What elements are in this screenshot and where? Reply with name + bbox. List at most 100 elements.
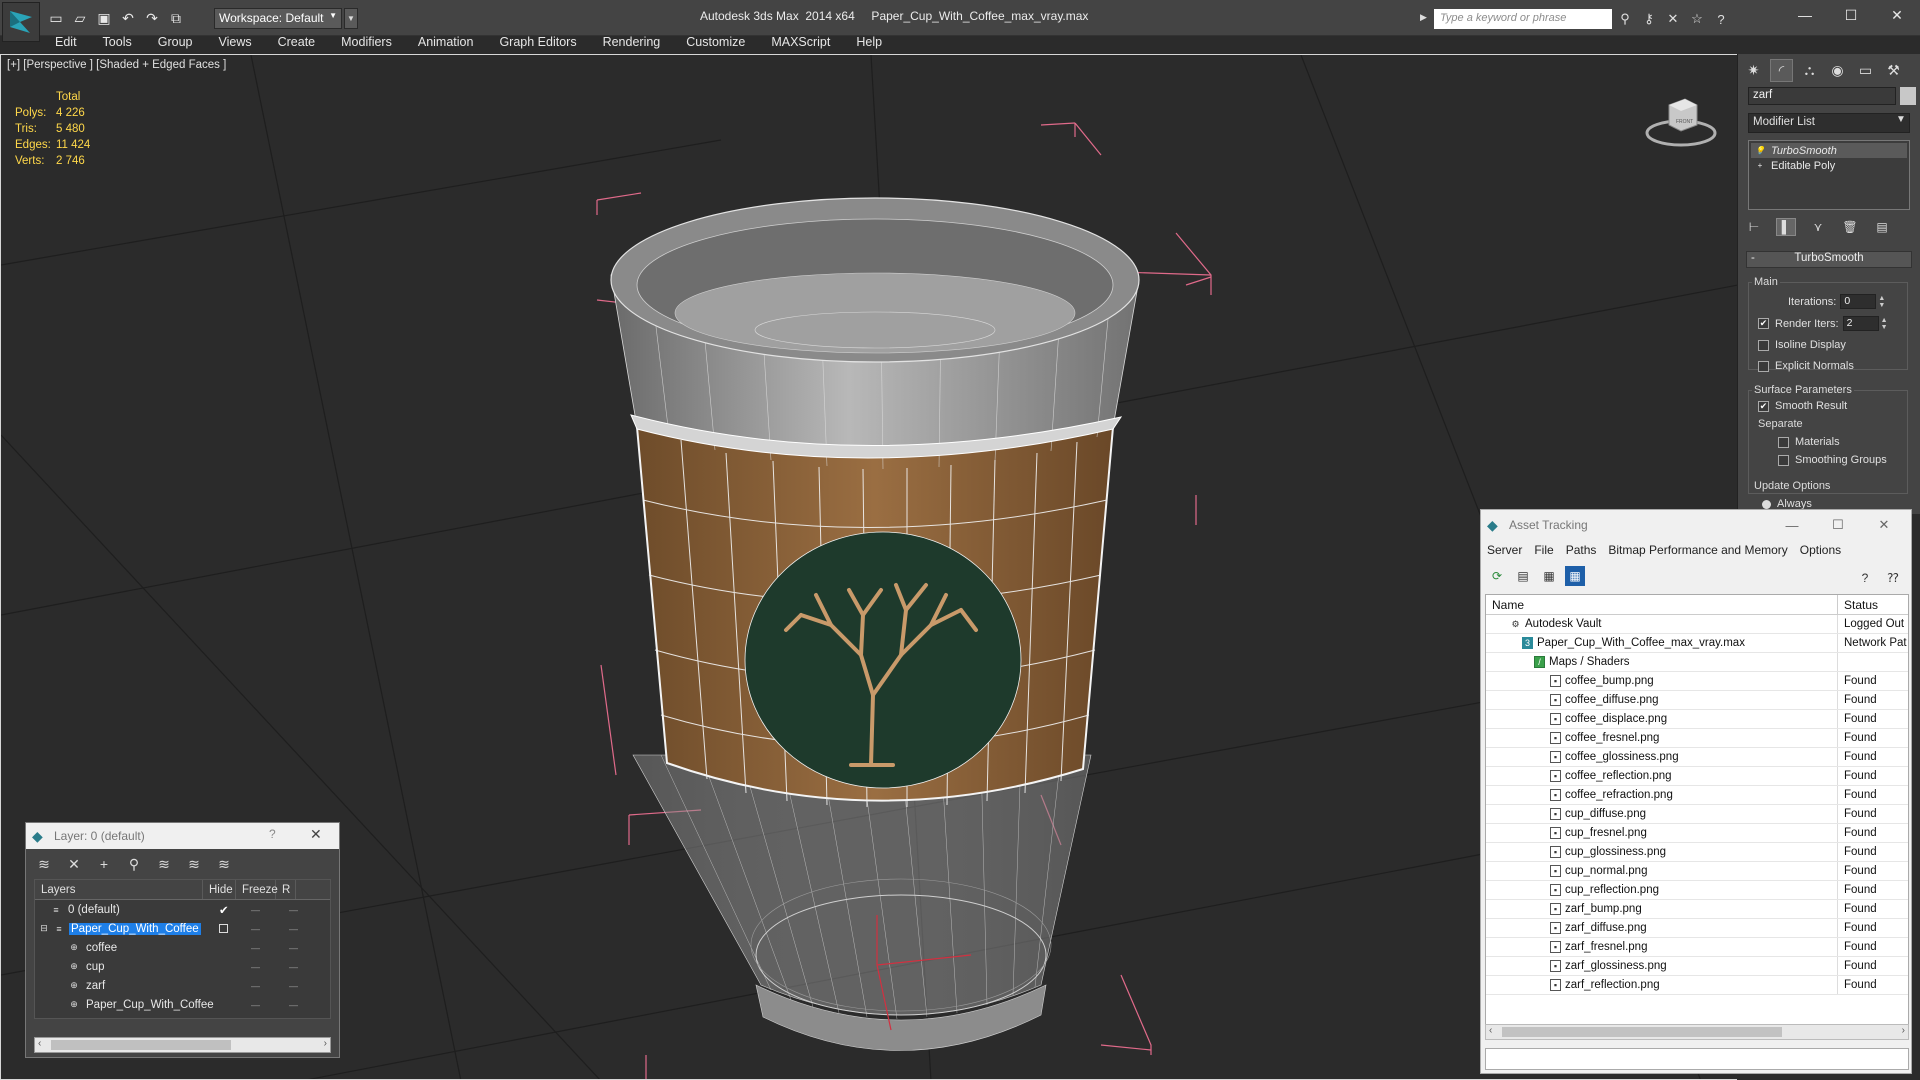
render-iters-row[interactable]: ✔ Render Iters: 2 ▲ ▼ xyxy=(1758,316,1888,331)
table-row[interactable]: ▪ coffee_glossiness.png Found xyxy=(1486,748,1908,767)
smoothing-groups-checkbox[interactable]: Smoothing Groups xyxy=(1778,454,1887,466)
scroll-left-icon[interactable]: ‹ xyxy=(38,1038,41,1049)
save-file-icon[interactable]: ▣ xyxy=(94,8,114,28)
hide-toggle[interactable]: — xyxy=(251,924,260,934)
render-iters-checkbox[interactable]: ✔ xyxy=(1758,318,1769,329)
menu-help[interactable]: Help xyxy=(843,33,895,53)
table-row[interactable]: ▪ zarf_glossiness.png Found xyxy=(1486,957,1908,976)
iterations-spinner[interactable]: Iterations: 0 ▲ ▼ xyxy=(1788,294,1885,309)
communication-icon[interactable]: ✕ xyxy=(1664,10,1682,28)
table-row[interactable]: ▪ zarf_diffuse.png Found xyxy=(1486,919,1908,938)
checkbox[interactable] xyxy=(1778,436,1789,448)
scroll-right-icon[interactable]: › xyxy=(324,1038,327,1049)
menu-modifiers[interactable]: Modifiers xyxy=(328,33,405,53)
table-row[interactable]: ▪ coffee_refraction.png Found xyxy=(1486,786,1908,805)
table-row[interactable]: ▪ zarf_bump.png Found xyxy=(1486,900,1908,919)
table-row[interactable]: ▪ coffee_displace.png Found xyxy=(1486,710,1908,729)
display-tab-icon[interactable]: ▭ xyxy=(1854,59,1877,82)
context-help-icon[interactable]: ⁇ xyxy=(1883,568,1903,588)
layer-row-default[interactable]: ≡ 0 (default) ✔ — — xyxy=(35,900,330,919)
asset-menu-options[interactable]: Options xyxy=(1794,543,1847,557)
table-row[interactable]: ▪ coffee_fresnel.png Found xyxy=(1486,729,1908,748)
asset-dialog-titlebar[interactable]: ◆ Asset Tracking — ☐ ✕ xyxy=(1481,510,1911,540)
menu-customize[interactable]: Customize xyxy=(673,33,758,53)
checkbox[interactable] xyxy=(1778,454,1789,466)
object-row-zarf[interactable]: ⊕ zarf — — xyxy=(35,976,330,995)
object-row-cup[interactable]: ⊕ cup — — xyxy=(35,957,330,976)
menu-group[interactable]: Group xyxy=(145,33,206,53)
menu-create[interactable]: Create xyxy=(265,33,329,53)
asset-horizontal-scrollbar[interactable]: ‹ › xyxy=(1485,1024,1909,1040)
materials-checkbox[interactable]: Materials xyxy=(1778,436,1840,448)
motion-tab-icon[interactable]: ◉ xyxy=(1826,59,1849,82)
table-row[interactable]: ▪ zarf_fresnel.png Found xyxy=(1486,938,1908,957)
table-row[interactable]: ▪ cup_glossiness.png Found xyxy=(1486,843,1908,862)
create-layer-icon[interactable]: ≋ xyxy=(34,855,54,873)
help-icon[interactable]: ? xyxy=(1712,10,1730,28)
hide-toggle[interactable]: — xyxy=(251,962,260,972)
search-expand-icon[interactable]: ▶ xyxy=(1420,12,1427,23)
minimize-button[interactable]: — xyxy=(1769,514,1815,536)
app-menu-button[interactable] xyxy=(2,2,40,42)
make-unique-icon[interactable]: ⋎ xyxy=(1808,218,1828,236)
hide-toggle[interactable]: — xyxy=(251,981,260,991)
close-button[interactable]: ✕ xyxy=(1861,514,1907,536)
freeze-toggle[interactable]: — xyxy=(289,981,298,991)
delete-layer-icon[interactable]: ✕ xyxy=(64,855,84,873)
table-row[interactable]: ▪ zarf_reflection.png Found xyxy=(1486,976,1908,995)
undo-icon[interactable]: ↶ xyxy=(118,8,138,28)
column-hide[interactable]: Hide xyxy=(203,880,236,899)
remove-modifier-icon[interactable]: 🗑 xyxy=(1840,218,1860,236)
menu-views[interactable]: Views xyxy=(205,33,264,53)
workspace-dropdown[interactable]: Workspace: Default ▼ xyxy=(214,8,342,29)
table-row[interactable]: ▪ cup_fresnel.png Found xyxy=(1486,824,1908,843)
detail-view-icon[interactable]: ▦ xyxy=(1539,566,1559,586)
asset-menu-file[interactable]: File xyxy=(1528,543,1559,557)
new-file-icon[interactable]: ▭ xyxy=(46,8,66,28)
asset-path-field[interactable] xyxy=(1485,1048,1909,1070)
maximize-button[interactable]: ☐ xyxy=(1815,514,1861,536)
close-icon[interactable]: ✕ xyxy=(310,826,322,843)
hierarchy-tab-icon[interactable]: ⛬ xyxy=(1798,59,1821,82)
column-status[interactable]: Status xyxy=(1838,598,1878,612)
asset-menu-bitmap[interactable]: Bitmap Performance and Memory xyxy=(1602,543,1793,557)
column-layers[interactable]: Layers xyxy=(35,880,203,899)
stack-item-editable-poly[interactable]: + Editable Poly xyxy=(1751,158,1907,173)
table-row[interactable]: ▪ coffee_reflection.png Found xyxy=(1486,767,1908,786)
create-tab-icon[interactable]: ✷ xyxy=(1742,59,1765,82)
scroll-right-icon[interactable]: › xyxy=(1902,1025,1905,1036)
layer-horizontal-scrollbar[interactable]: ‹ › xyxy=(34,1037,331,1053)
turbosmooth-rollout-header[interactable]: - TurboSmooth xyxy=(1746,251,1912,268)
show-end-result-icon[interactable]: ▌ xyxy=(1776,218,1796,236)
close-button[interactable]: ✕ xyxy=(1874,0,1920,30)
viewport-label-menu[interactable]: [+] [Perspective ] [Shaded + Edged Faces… xyxy=(7,59,226,71)
freeze-toggle[interactable]: — xyxy=(289,943,298,953)
render-iters-field[interactable]: 2 xyxy=(1842,316,1879,331)
table-row[interactable]: ▪ cup_reflection.png Found xyxy=(1486,881,1908,900)
project-folder-icon[interactable]: ⧉ xyxy=(166,8,186,28)
iterations-field[interactable]: 0 xyxy=(1840,294,1877,309)
utilities-tab-icon[interactable]: ⚒ xyxy=(1882,59,1905,82)
lightbulb-icon[interactable]: 💡 xyxy=(1755,146,1765,156)
table-row[interactable]: ⚙ Autodesk Vault Logged Out xyxy=(1486,615,1908,634)
freeze-toggle[interactable]: — xyxy=(289,905,298,915)
layer-row-paper-cup[interactable]: ⊟ ≡ Paper_Cup_With_Coffee — — xyxy=(35,919,330,938)
object-color-swatch[interactable] xyxy=(1900,87,1916,105)
object-row-paper-cup[interactable]: ⊕ Paper_Cup_With_Coffee — — xyxy=(35,995,330,1014)
select-objects-icon[interactable]: ⚲ xyxy=(124,855,144,873)
subscription-icon[interactable]: ⚷ xyxy=(1640,10,1658,28)
hide-toggle[interactable]: — xyxy=(251,943,260,953)
help-icon[interactable]: ? xyxy=(269,827,276,841)
expand-plus-icon[interactable]: + xyxy=(1755,161,1765,171)
search-input[interactable]: Type a keyword or phrase xyxy=(1434,9,1612,29)
spinner-arrows-icon[interactable]: ▲ ▼ xyxy=(1881,317,1888,331)
asset-menu-server[interactable]: Server xyxy=(1481,543,1528,557)
modifier-list-dropdown[interactable]: Modifier List xyxy=(1748,113,1910,133)
highlight-layer-icon[interactable]: ≋ xyxy=(154,855,174,873)
smooth-result-checkbox[interactable]: ✔ Smooth Result xyxy=(1758,400,1847,412)
list-view-icon[interactable]: ▤ xyxy=(1513,566,1533,586)
stack-item-turbosmooth[interactable]: 💡 TurboSmooth xyxy=(1751,143,1907,158)
chevron-down-icon[interactable]: ▼ xyxy=(1896,114,1906,125)
table-row[interactable]: ▪ cup_diffuse.png Found xyxy=(1486,805,1908,824)
object-row-coffee[interactable]: ⊕ coffee — — xyxy=(35,938,330,957)
